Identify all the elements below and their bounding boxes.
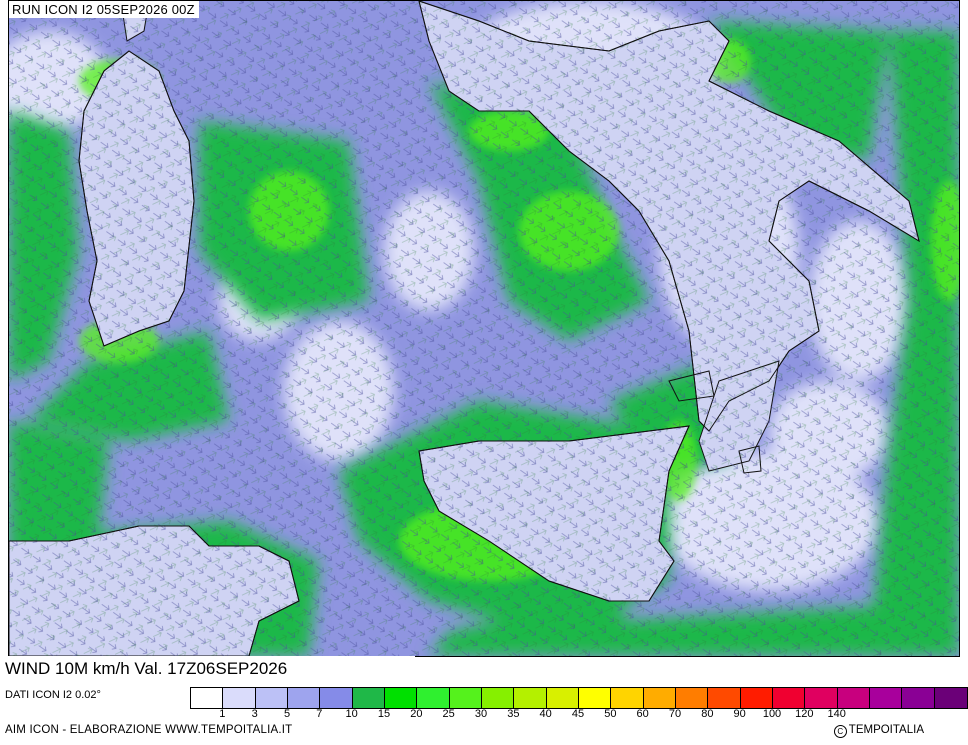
credit-left: AIM ICON - ELABORAZIONE WWW.TEMPOITALIA.… xyxy=(5,724,293,736)
legend-swatch xyxy=(772,688,806,708)
run-label: RUN ICON I2 05SEP2026 00Z xyxy=(9,1,199,18)
credit-right: C TEMPOITALIA xyxy=(833,724,924,738)
legend-tick-label: 140 xyxy=(827,708,846,720)
legend-swatch xyxy=(384,688,418,708)
legend-tick-label: 25 xyxy=(442,708,455,720)
legend-tick-labels: 1 3 5 7 10 15 20 25 30 35 40 45 50 60 70 80 90 100 120 140 xyxy=(190,708,966,722)
credit-right-text: TEMPOITALIA xyxy=(848,724,924,736)
legend-swatch xyxy=(869,688,903,708)
legend-swatch xyxy=(837,688,870,708)
legend-swatch xyxy=(675,688,709,708)
legend-tick-label: 20 xyxy=(410,708,423,720)
legend-tick-label: 15 xyxy=(377,708,391,720)
variable-label: WIND 10M km/h Val. 17Z06SEP2026 xyxy=(0,656,415,682)
wind-arrows-overlay xyxy=(9,1,959,656)
legend-tick-label: 50 xyxy=(604,708,617,720)
legend-tick-label: 10 xyxy=(345,708,358,720)
legend-tick-label: 40 xyxy=(539,708,552,720)
legend-tick-label: 120 xyxy=(795,708,814,720)
wind-field-canvas xyxy=(9,1,959,656)
legend-swatch xyxy=(320,688,353,708)
legend-swatch xyxy=(740,688,773,708)
legend-swatch xyxy=(417,688,450,708)
wind-map: RUN ICON I2 05SEP2026 00Z xyxy=(8,0,960,657)
legend-tick-label: 1 xyxy=(219,708,226,720)
legend-swatch xyxy=(352,688,385,708)
color-legend xyxy=(190,687,968,709)
legend-tick-label: 7 xyxy=(316,708,323,720)
legend-tick-label: 5 xyxy=(283,708,291,720)
legend-swatch xyxy=(449,688,482,708)
legend-swatch xyxy=(902,688,935,708)
legend-tick-label: 90 xyxy=(733,708,746,720)
legend-swatch xyxy=(223,688,256,708)
legend-swatch xyxy=(546,688,579,708)
legend-tick-label: 30 xyxy=(474,708,488,720)
legend-tick-label: 3 xyxy=(251,708,258,720)
source-label: DATI ICON I2 0.02° xyxy=(5,689,101,701)
legend-swatch xyxy=(611,688,644,708)
legend-swatch xyxy=(578,688,612,708)
legend-swatch xyxy=(708,688,741,708)
legend-tick-label: 100 xyxy=(762,708,782,720)
legend-tick-label: 60 xyxy=(636,708,649,720)
legend-swatch xyxy=(514,688,547,708)
legend-swatch xyxy=(643,688,676,708)
legend-swatch xyxy=(934,688,967,708)
legend-tick-label: 35 xyxy=(507,708,520,720)
copyright-icon: C xyxy=(833,725,847,738)
legend-tick-label: 70 xyxy=(668,708,682,720)
legend-swatch xyxy=(255,688,288,708)
legend-swatch xyxy=(191,688,224,708)
legend-swatch xyxy=(287,688,321,708)
legend-tick-label: 45 xyxy=(571,708,585,720)
legend-swatch xyxy=(481,688,515,708)
legend-swatch xyxy=(805,688,838,708)
legend-tick-label: 80 xyxy=(701,708,714,720)
